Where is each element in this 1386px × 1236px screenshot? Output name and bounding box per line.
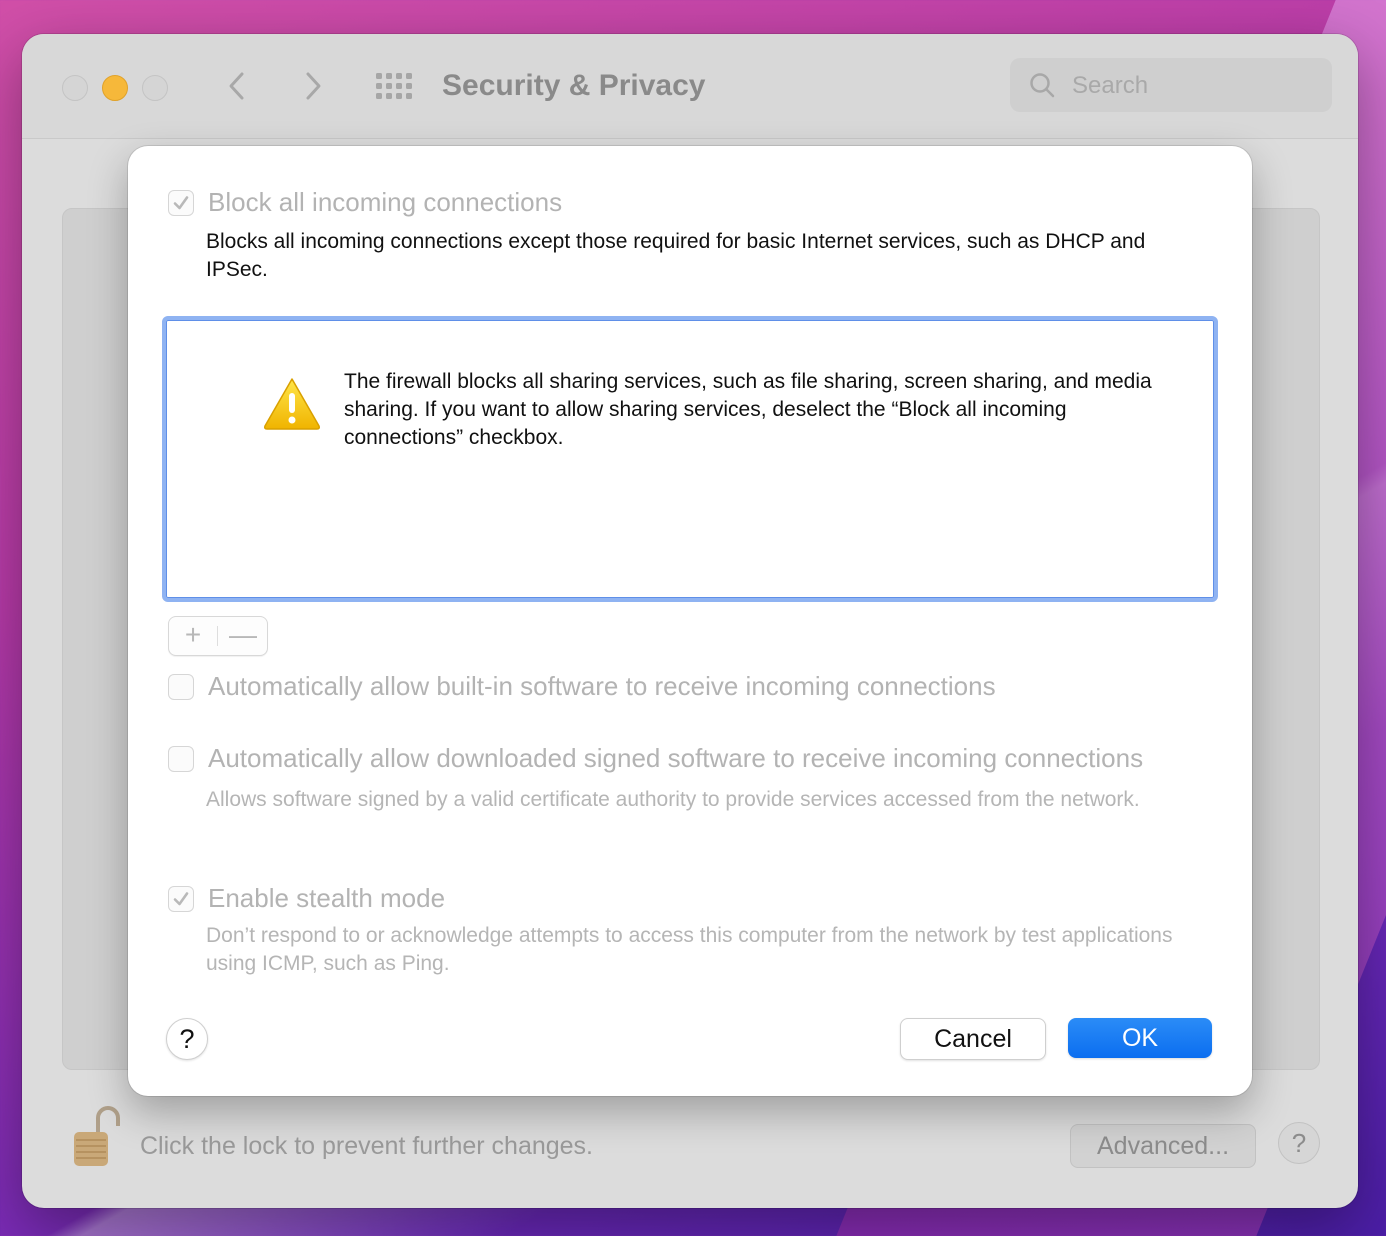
help-button-window[interactable]: ? bbox=[1278, 1122, 1320, 1164]
search-icon bbox=[1030, 73, 1055, 98]
advanced-button[interactable]: Advanced... bbox=[1070, 1124, 1256, 1168]
lock-hint-text: Click the lock to prevent further change… bbox=[140, 1132, 594, 1160]
block-all-label: Block all incoming connections bbox=[208, 187, 563, 217]
show-all-grid-icon[interactable] bbox=[374, 72, 414, 100]
forward-arrow-icon[interactable] bbox=[298, 68, 328, 104]
stealth-mode-label: Enable stealth mode bbox=[208, 883, 446, 913]
add-app-button[interactable]: + bbox=[169, 617, 217, 655]
auto-allow-signed-checkbox[interactable] bbox=[168, 746, 194, 772]
control-divider bbox=[217, 626, 218, 646]
minimize-window-button[interactable] bbox=[102, 75, 128, 101]
search-placeholder: Search bbox=[1072, 72, 1149, 99]
stealth-mode-checkbox[interactable] bbox=[168, 886, 194, 912]
auto-allow-builtin-label: Automatically allow built-in software to… bbox=[208, 671, 996, 701]
app-list-box[interactable]: The firewall blocks all sharing services… bbox=[162, 316, 1218, 602]
add-remove-control: + — bbox=[168, 616, 268, 656]
help-button[interactable]: ? bbox=[166, 1018, 208, 1060]
search-field[interactable]: Search bbox=[1010, 58, 1332, 112]
cancel-button[interactable]: Cancel bbox=[900, 1018, 1046, 1060]
ok-button[interactable]: OK bbox=[1068, 1018, 1212, 1058]
remove-app-button[interactable]: — bbox=[219, 617, 267, 655]
block-all-checkbox[interactable] bbox=[168, 190, 194, 216]
checkmark-icon bbox=[173, 196, 189, 210]
auto-allow-signed-description: Allows software signed by a valid certif… bbox=[206, 788, 1140, 811]
back-arrow-icon[interactable] bbox=[222, 68, 252, 104]
stealth-mode-description: Don’t respond to or acknowledge attempts… bbox=[206, 924, 1173, 975]
auto-allow-signed-label: Automatically allow downloaded signed so… bbox=[208, 743, 1144, 773]
title-bar: Security & Privacy Search bbox=[22, 34, 1358, 139]
block-all-description: Blocks all incoming connections except t… bbox=[206, 230, 1146, 281]
zoom-window-button[interactable] bbox=[142, 75, 168, 101]
window-title: Security & Privacy bbox=[442, 69, 706, 102]
unlocked-padlock-icon[interactable] bbox=[70, 1102, 120, 1170]
auto-allow-builtin-checkbox[interactable] bbox=[168, 674, 194, 700]
checkmark-icon bbox=[173, 892, 189, 906]
close-window-button[interactable] bbox=[62, 75, 88, 101]
warning-icon bbox=[264, 378, 320, 430]
firewall-options-sheet: Block all incoming connections Blocks al… bbox=[128, 146, 1252, 1096]
warning-message: The firewall blocks all sharing services… bbox=[344, 370, 1152, 449]
